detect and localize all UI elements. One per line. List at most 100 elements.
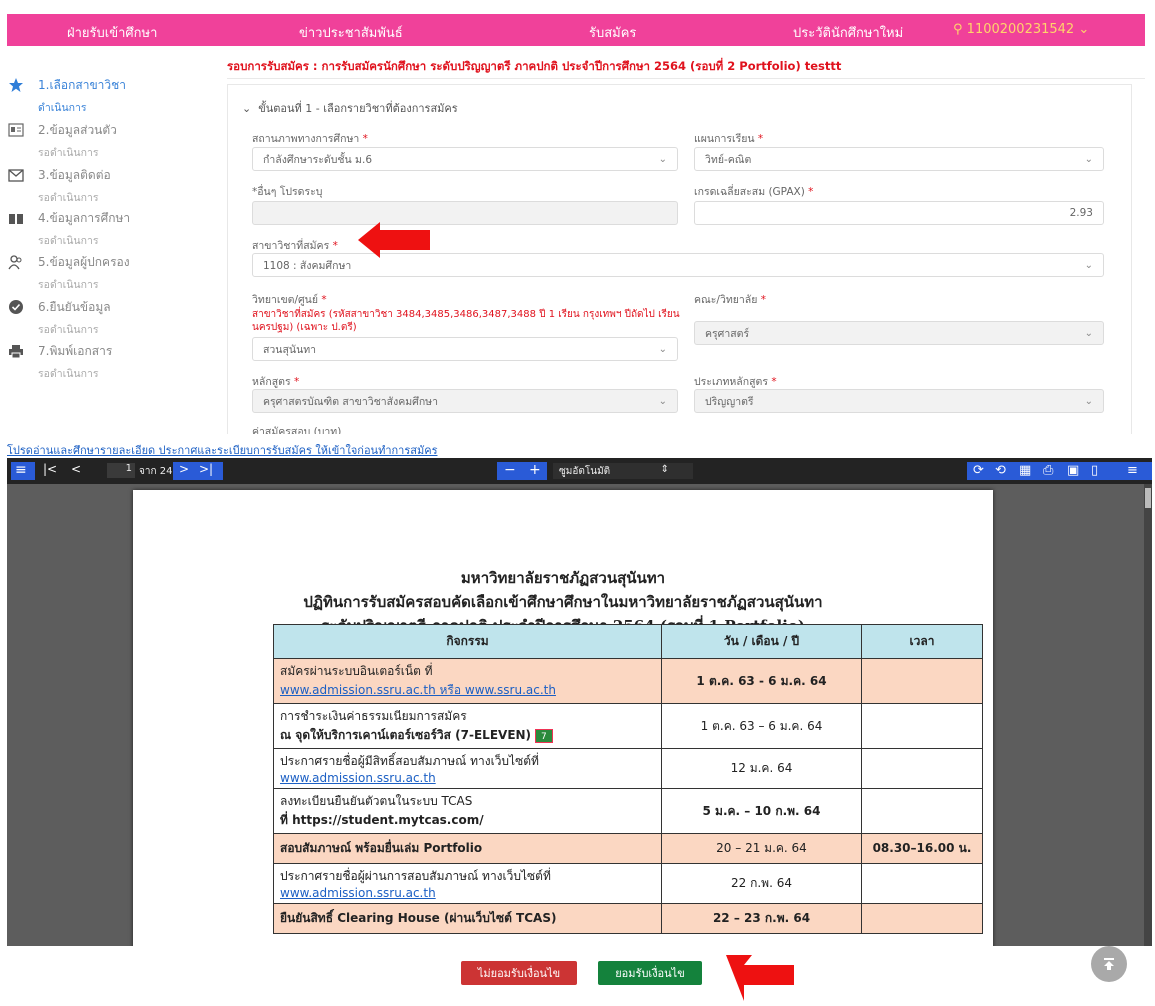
sidebar-step-1[interactable]: 1.เลือกสาขาวิชา ดำเนินการ: [8, 76, 126, 116]
sidebar-step-4[interactable]: 4.ข้อมูลการศึกษารอดำเนินการ: [8, 209, 130, 249]
table-row: สมัครผ่านระบบอินเตอร์เน็ต ที่ www.admissi…: [273, 658, 983, 704]
application-form-card: ⌄ ขั้นตอนที่ 1 - เลือกรายวิชาที่ต้องการส…: [227, 84, 1132, 434]
user-menu[interactable]: ⚲ 1100200231542 ⌄: [953, 22, 1089, 37]
column-header: วัน / เดือน / ปี: [661, 624, 862, 659]
pdf-toolbar: ≡ |< < 1 จาก 24 > >| − + ซูมอัตโนมัติ ⇕ ⟳…: [7, 458, 1152, 484]
sidebar-step-7[interactable]: 7.พิมพ์เอกสารรอดำเนินการ: [8, 342, 112, 382]
nav-admission[interactable]: ฝ่ายรับเข้าศึกษา: [67, 22, 157, 43]
bookmark-icon[interactable]: ▯: [1091, 463, 1098, 478]
chevron-down-icon: ⌄: [658, 343, 667, 355]
faculty-select[interactable]: ครุศาสตร์ ⌄: [694, 321, 1104, 345]
step-header[interactable]: ⌄ ขั้นตอนที่ 1 - เลือกรายวิชาที่ต้องการส…: [242, 99, 458, 117]
user-id: 1100200231542: [966, 22, 1075, 37]
other-label: *อื่นๆ โปรดระบุ: [252, 186, 323, 198]
download-icon[interactable]: ▣: [1067, 463, 1079, 478]
star-icon: [8, 77, 24, 93]
step-label: 3.ข้อมูลติดต่อ: [38, 168, 111, 182]
top-nav-bar: ฝ่ายรับเข้าศึกษา ข่าวประชาสัมพันธ์ รับสม…: [7, 14, 1145, 46]
step-status: รอดำเนินการ: [38, 279, 99, 291]
pdf-tools-group: ⟳ ⟲ ▦ ⎙ ▣ ▯ ≡: [967, 462, 1152, 480]
annotation-arrow-icon: [726, 955, 794, 1001]
nav-apply[interactable]: รับสมัคร: [589, 22, 636, 43]
campus-note: สาขาวิชาที่สมัคร (รหัสสาขาวิชา 3484,3485…: [252, 309, 680, 333]
step-status: รอดำเนินการ: [38, 368, 99, 380]
step-label: 2.ข้อมูลส่วนตัว: [38, 123, 117, 137]
arrow-up-icon: [1104, 958, 1114, 970]
divider: [227, 78, 1145, 79]
sidebar-toggle-icon[interactable]: ≡: [15, 462, 27, 478]
envelope-icon: [8, 167, 24, 183]
campus-select[interactable]: สวนสุนันทา ⌄: [252, 337, 678, 361]
check-circle-icon: [8, 299, 24, 315]
round-title: รอบการรับสมัคร : การรับสมัครนักศึกษา ระด…: [227, 59, 842, 73]
study-plan-label: แผนการเรียน *: [694, 133, 764, 145]
menu-icon[interactable]: ≡: [1127, 463, 1138, 478]
chevron-down-icon: ⌄: [658, 395, 667, 407]
rotate-cw-icon[interactable]: ⟳: [973, 463, 984, 478]
table-row: ลงทะเบียนยืนยันตัวตนในระบบ TCAS ที่ https…: [273, 788, 983, 834]
edu-status-select[interactable]: กำลังศึกษาระดับชั้น ม.6 ⌄: [252, 147, 678, 171]
campus-label: วิทยาเขต/ศูนย์ *: [252, 294, 327, 306]
schedule-table: กิจกรรม วัน / เดือน / ปี เวลา สมัครผ่านร…: [273, 624, 983, 934]
table-row: ยืนยันสิทธิ์ Clearing House (ผ่านเว็บไซต…: [273, 903, 983, 934]
sidebar-step-2[interactable]: 2.ข้อมูลส่วนตัวรอดำเนินการ: [8, 121, 117, 161]
step-status: รอดำเนินการ: [38, 235, 99, 247]
program-select[interactable]: ครุศาสตรบัณฑิต สาขาวิชาสังคมศึกษา ⌄: [252, 389, 678, 413]
step-label: 1.เลือกสาขาวิชา: [38, 78, 127, 92]
gpax-label: เกรดเฉลี่ยสะสม (GPAX) *: [694, 186, 814, 198]
open-file-icon[interactable]: ▦: [1019, 463, 1031, 478]
accept-terms-button[interactable]: ยอมรับเงื่อนไข: [598, 961, 702, 985]
fee-label: ค่าสมัครสอบ (บาท): [252, 426, 342, 434]
printer-icon: [8, 343, 24, 359]
other-field[interactable]: [252, 201, 678, 225]
scrollbar[interactable]: [1144, 484, 1152, 946]
sidebar-step-6[interactable]: 6.ยืนยันข้อมูล รอดำเนินการ: [8, 298, 111, 338]
page-number-input[interactable]: 1: [107, 463, 135, 478]
sidebar-step-5[interactable]: 5.ข้อมูลผู้ปกครอง รอดำเนินการ: [8, 253, 130, 293]
pdf-page: มหาวิทยาลัยราชภัฏสวนสุนันทา ปฏิทินการรับ…: [133, 490, 993, 946]
sidebar-step-3[interactable]: 3.ข้อมูลติดต่อรอดำเนินการ: [8, 166, 111, 206]
previous-page-icon[interactable]: <: [71, 462, 81, 476]
program-type-label: ประเภทหลักสูตร *: [694, 376, 777, 388]
table-row: ประกาศรายชื่อผู้มีสิทธิ์สอบสัมภาษณ์ ทางเ…: [273, 748, 983, 789]
chevron-down-icon: ⌄: [658, 153, 667, 165]
table-row: การชำระเงินค่าธรรมเนียมการสมัครณ จุดให้บ…: [273, 703, 983, 749]
gpax-input[interactable]: 2.93: [694, 201, 1104, 225]
zoom-select[interactable]: ซูมอัตโนมัติ ⇕: [553, 463, 693, 479]
doc-link[interactable]: www.admission.ssru.ac.th หรือ www.ssru.a…: [280, 681, 655, 700]
guide-link[interactable]: โปรดอ่านและศึกษารายละเอียด ประกาศและระเบ…: [7, 441, 437, 459]
pdf-viewer[interactable]: มหาวิทยาลัยราชภัฏสวนสุนันทา ปฏิทินการรับ…: [7, 484, 1152, 946]
print-icon[interactable]: ⎙: [1043, 463, 1053, 478]
study-plan-select[interactable]: วิทย์-คณิต ⌄: [694, 147, 1104, 171]
scroll-to-top-button[interactable]: [1091, 946, 1127, 982]
doc-link[interactable]: www.admission.ssru.ac.th: [280, 886, 655, 900]
page-count: จาก 24: [139, 466, 173, 477]
first-page-icon[interactable]: |<: [43, 462, 57, 476]
step-status: รอดำเนินการ: [38, 192, 99, 204]
step-status: รอดำเนินการ: [38, 147, 99, 159]
column-header: กิจกรรม: [273, 624, 662, 659]
nav-student-history[interactable]: ประวัตินักศึกษาใหม่: [793, 22, 903, 43]
user-icon: ⚲: [953, 22, 963, 37]
book-icon: [8, 210, 24, 226]
next-page-icon[interactable]: >: [179, 462, 189, 476]
doc-title-2: ปฏิทินการรับสมัครสอบคัดเลือกเข้าศึกษาศึก…: [303, 593, 823, 611]
chevron-down-icon: ⇕: [660, 464, 669, 475]
step-label: 7.พิมพ์เอกสาร: [38, 344, 113, 358]
zoom-out-icon[interactable]: −: [504, 462, 516, 478]
step-label: 4.ข้อมูลการศึกษา: [38, 211, 131, 225]
program-type-select[interactable]: ปริญญาตรี ⌄: [694, 389, 1104, 413]
id-card-icon: [8, 122, 24, 138]
column-header: เวลา: [861, 624, 983, 659]
edu-status-label: สถานภาพทางการศึกษา *: [252, 133, 368, 145]
step-label: 6.ยืนยันข้อมูล: [38, 300, 111, 314]
reject-terms-button[interactable]: ไม่ยอมรับเงื่อนไข: [461, 961, 577, 985]
program-label: หลักสูตร *: [252, 376, 300, 388]
doc-link[interactable]: www.admission.ssru.ac.th: [280, 771, 655, 785]
zoom-in-icon[interactable]: +: [529, 462, 541, 478]
rotate-ccw-icon[interactable]: ⟲: [995, 463, 1006, 478]
last-page-icon[interactable]: >|: [199, 462, 213, 476]
users-icon: [8, 254, 24, 270]
nav-news[interactable]: ข่าวประชาสัมพันธ์: [299, 22, 403, 43]
chevron-down-icon: ⌄: [1084, 395, 1093, 407]
